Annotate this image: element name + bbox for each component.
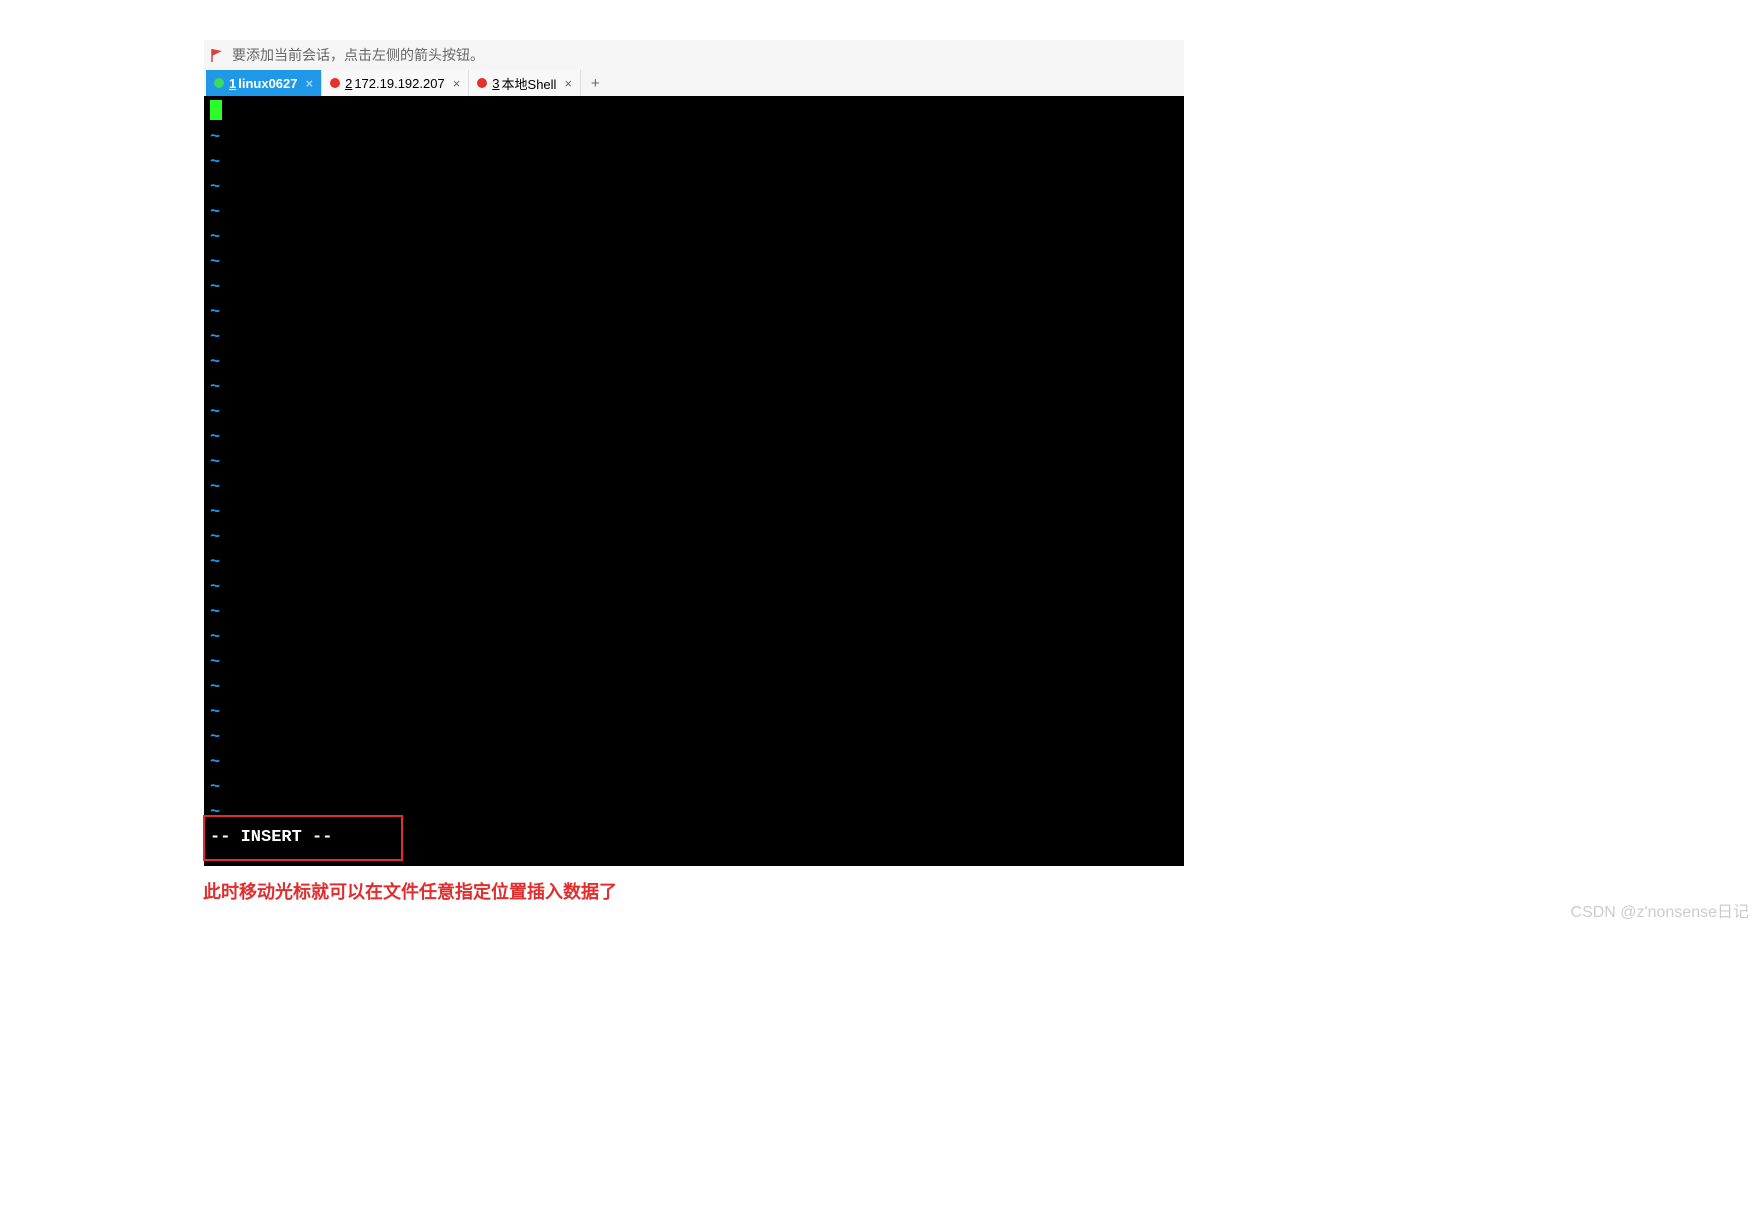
tilde-line: ~ [210, 475, 1178, 500]
tilde-line: ~ [210, 775, 1178, 800]
tilde-line: ~ [210, 250, 1178, 275]
tilde-line: ~ [210, 350, 1178, 375]
tilde-line: ~ [210, 150, 1178, 175]
tab-label: linux0627 [238, 76, 297, 91]
tilde-line: ~ [210, 625, 1178, 650]
status-dot-icon [477, 78, 487, 88]
tilde-line: ~ [210, 425, 1178, 450]
tilde-line: ~ [210, 375, 1178, 400]
tilde-line: ~ [210, 500, 1178, 525]
tab-label: 172.19.192.207 [354, 76, 444, 91]
cursor-icon [210, 100, 222, 120]
tab-number: 3 [492, 76, 499, 91]
flag-icon [210, 47, 226, 63]
tab-label: 本地Shell [502, 74, 557, 93]
tab-number: 2 [345, 76, 352, 91]
annotation-caption: 此时移动光标就可以在文件任意指定位置插入数据了 [203, 878, 617, 904]
terminal-app-window: 要添加当前会话，点击左侧的箭头按钮。 1 linux0627 × 2 172.1… [204, 40, 1184, 866]
tilde-line: ~ [210, 200, 1178, 225]
tilde-line: ~ [210, 125, 1178, 150]
tilde-line: ~ [210, 175, 1178, 200]
tilde-line: ~ [210, 600, 1178, 625]
tab-strip: 1 linux0627 × 2 172.19.192.207 × 3 本地She… [204, 70, 1184, 96]
tilde-line: ~ [210, 750, 1178, 775]
vim-mode-line: -- INSERT -- [210, 825, 1178, 850]
tilde-line: ~ [210, 650, 1178, 675]
tilde-line: ~ [210, 675, 1178, 700]
tilde-line: ~ [210, 725, 1178, 750]
close-icon[interactable]: × [564, 76, 572, 91]
tilde-line: ~ [210, 300, 1178, 325]
tilde-line: ~ [210, 325, 1178, 350]
tilde-line: ~ [210, 225, 1178, 250]
tilde-line: ~ [210, 700, 1178, 725]
status-dot-icon [330, 78, 340, 88]
tilde-line: ~ [210, 400, 1178, 425]
tab-ip-session[interactable]: 2 172.19.192.207 × [322, 70, 469, 96]
tilde-line: ~ [210, 275, 1178, 300]
tilde-line: ~ [210, 525, 1178, 550]
terminal-view[interactable]: ~~~~~~~~~~~~~~~~~~~~~~~~~~~~ -- INSERT -… [204, 96, 1184, 866]
tab-number: 1 [229, 76, 236, 91]
hint-bar: 要添加当前会话，点击左侧的箭头按钮。 [204, 40, 1184, 70]
close-icon[interactable]: × [306, 76, 314, 91]
add-tab-button[interactable]: + [581, 70, 610, 96]
hint-text: 要添加当前会话，点击左侧的箭头按钮。 [232, 45, 484, 65]
watermark-text: CSDN @z'nonsense日记 [1571, 898, 1749, 922]
tilde-line: ~ [210, 550, 1178, 575]
tilde-line: ~ [210, 575, 1178, 600]
tab-local-shell[interactable]: 3 本地Shell × [469, 70, 581, 96]
tilde-line: ~ [210, 450, 1178, 475]
status-dot-icon [214, 78, 224, 88]
terminal-first-line [210, 100, 1178, 125]
tab-linux0627[interactable]: 1 linux0627 × [206, 70, 322, 96]
close-icon[interactable]: × [453, 76, 461, 91]
tilde-line: ~ [210, 800, 1178, 825]
